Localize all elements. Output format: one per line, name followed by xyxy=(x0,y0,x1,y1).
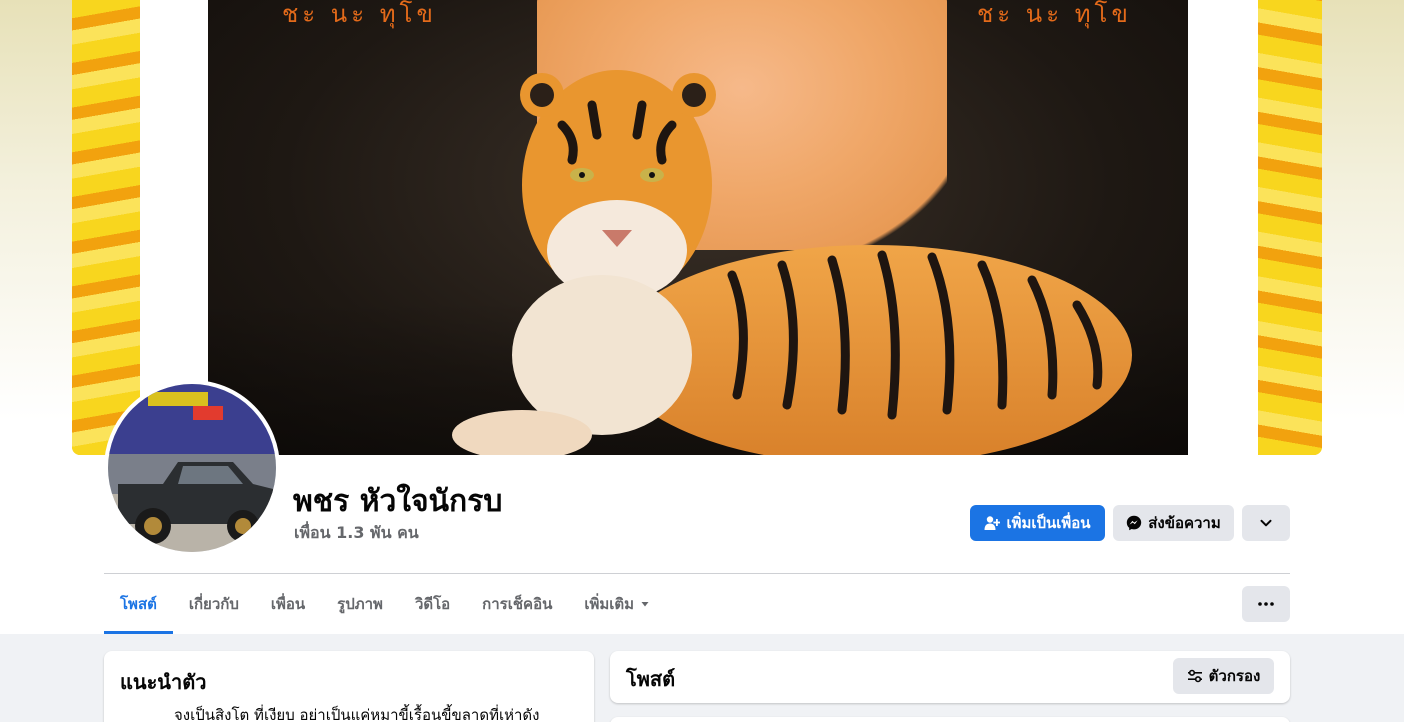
tab-about[interactable]: เกี่ยวกับ xyxy=(173,574,255,634)
profile-more-button[interactable] xyxy=(1242,505,1290,541)
tab-label: เกี่ยวกับ xyxy=(188,595,239,613)
posts-title: โพสต์ xyxy=(626,667,676,691)
cover-frame-left xyxy=(72,0,140,455)
tab-videos[interactable]: วิดีโอ xyxy=(399,574,466,634)
cover-photo[interactable]: ชะ นะ ทุโข ชะ นะ ทุโข xyxy=(72,0,1322,455)
profile-avatar[interactable] xyxy=(104,380,280,556)
cover-text-right: ชะ นะ ทุโข xyxy=(977,0,1132,28)
intro-title: แนะนำตัว xyxy=(120,670,207,694)
intro-card: แนะนำตัว จงเป็นสิงโต ที่เงียบ อย่าเป็นแค… xyxy=(104,651,594,722)
tab-more[interactable]: เพิ่มเติม xyxy=(568,574,666,634)
message-button[interactable]: ส่งข้อความ xyxy=(1113,505,1234,541)
tab-label: วิดีโอ xyxy=(414,595,451,613)
chevron-down-icon xyxy=(1260,519,1272,527)
more-dots-icon xyxy=(1258,602,1274,606)
intro-bio: จงเป็นสิงโต ที่เงียบ อย่าเป็นแค่หมาขี้เร… xyxy=(174,706,540,722)
messenger-icon xyxy=(1127,515,1142,531)
add-friend-button[interactable]: เพิ่มเป็นเพื่อน xyxy=(970,505,1105,541)
tab-label: โพสต์ xyxy=(120,595,157,613)
next-post-card xyxy=(610,717,1290,722)
cover-text-left: ชะ นะ ทุโข xyxy=(282,0,437,28)
add-friend-label: เพิ่มเป็นเพื่อน xyxy=(1006,514,1091,532)
avatar-truck-image xyxy=(108,384,276,552)
cover-band-right xyxy=(1188,0,1258,455)
tab-checkins[interactable]: การเช็คอิน xyxy=(466,574,568,634)
message-label: ส่งข้อความ xyxy=(1148,514,1221,532)
filter-label: ตัวกรอง xyxy=(1208,667,1261,685)
friend-count[interactable]: เพื่อน 1.3 พัน คน xyxy=(294,521,419,546)
tab-friends[interactable]: เพื่อน xyxy=(255,574,321,634)
tab-label: การเช็คอิน xyxy=(482,595,553,613)
tab-posts[interactable]: โพสต์ xyxy=(104,574,173,634)
posts-header-card: โพสต์ ตัวกรอง xyxy=(610,651,1290,703)
tab-label: เพื่อน xyxy=(270,595,306,613)
tiger-image xyxy=(452,70,1132,455)
profile-name: พชร หัวใจนักรบ xyxy=(293,484,503,519)
tab-label: เพิ่มเติม xyxy=(584,595,635,613)
tab-label: รูปภาพ xyxy=(337,595,383,613)
filter-button[interactable]: ตัวกรอง xyxy=(1173,658,1274,694)
tab-photos[interactable]: รูปภาพ xyxy=(321,574,399,634)
profile-tabs: โพสต์ เกี่ยวกับ เพื่อน รูปภาพ วิดีโอ การ… xyxy=(104,574,666,634)
cover-frame-right xyxy=(1258,0,1322,455)
tab-options-button[interactable] xyxy=(1242,586,1290,622)
person-add-icon xyxy=(984,516,1001,530)
filter-sliders-icon xyxy=(1187,669,1202,683)
caret-down-icon xyxy=(641,602,649,607)
